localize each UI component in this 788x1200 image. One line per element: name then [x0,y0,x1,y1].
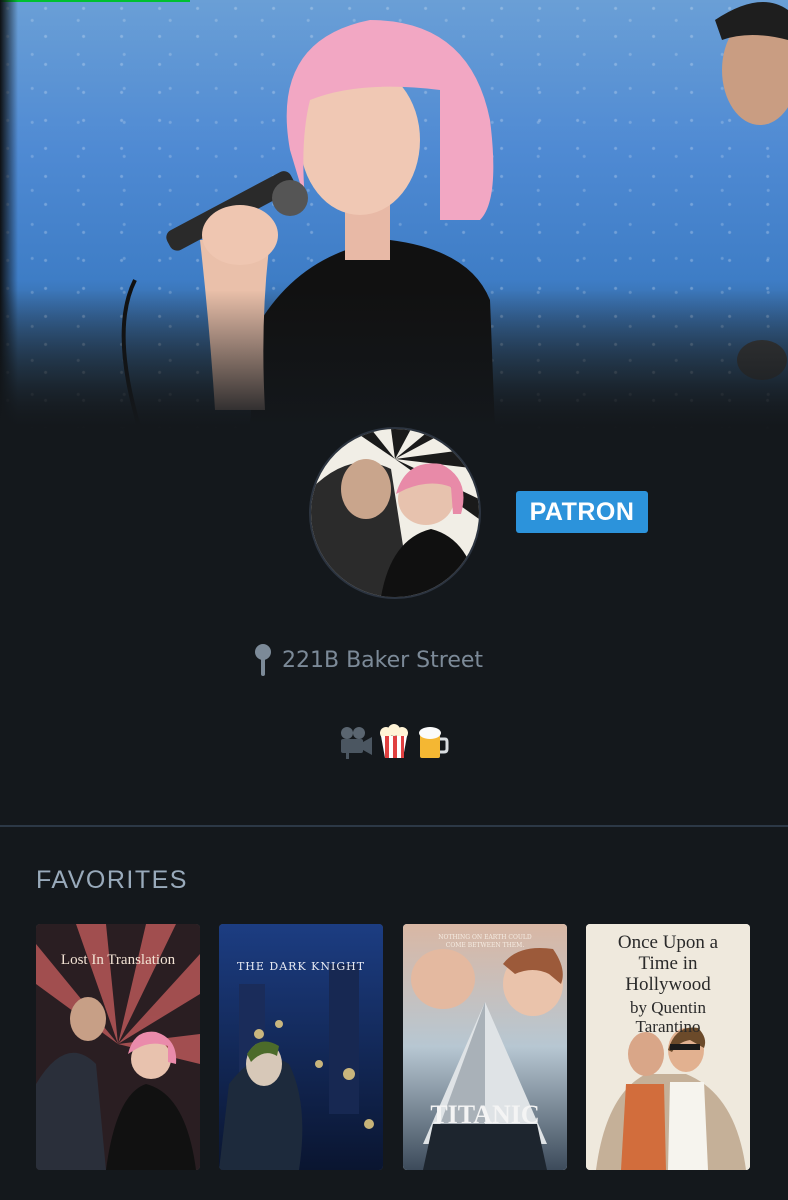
patron-badge: PATRON [516,491,648,533]
popcorn-icon [376,724,412,760]
poster-title: Lost In Translation [60,952,176,968]
bio-emojis [338,722,450,762]
profile-backdrop [0,0,788,430]
favorites-heading: FAVORITES [36,866,188,894]
poster-tagline: NOTHING ON EARTH COULD COME BETWEEN THEM… [438,934,532,949]
favorite-poster-once-upon-a-time-in-hollywood[interactable]: Once Upon a Time in Hollywood by Quentin… [586,924,750,1170]
favorite-poster-titanic[interactable]: NOTHING ON EARTH COULD COME BETWEEN THEM… [403,924,567,1170]
poster-byline: by Quentin Tarantino [629,998,707,1036]
profile-avatar[interactable] [309,427,481,599]
beer-mug-icon [414,724,450,760]
location: 221B Baker Street [254,640,483,680]
favorite-poster-the-dark-knight[interactable]: THE DARK KNIGHT [219,924,383,1170]
favorite-poster-lost-in-translation[interactable]: Lost In Translation [36,924,200,1170]
section-divider [0,825,788,827]
location-text: 221B Baker Street [282,647,484,673]
poster-title: Once Upon a Time in Hollywood [617,932,719,995]
poster-title: THE DARK KNIGHT [236,960,366,973]
poster-title: TITANIC [430,1100,540,1129]
location-pin-icon [255,644,271,676]
movie-camera-icon [338,724,374,760]
